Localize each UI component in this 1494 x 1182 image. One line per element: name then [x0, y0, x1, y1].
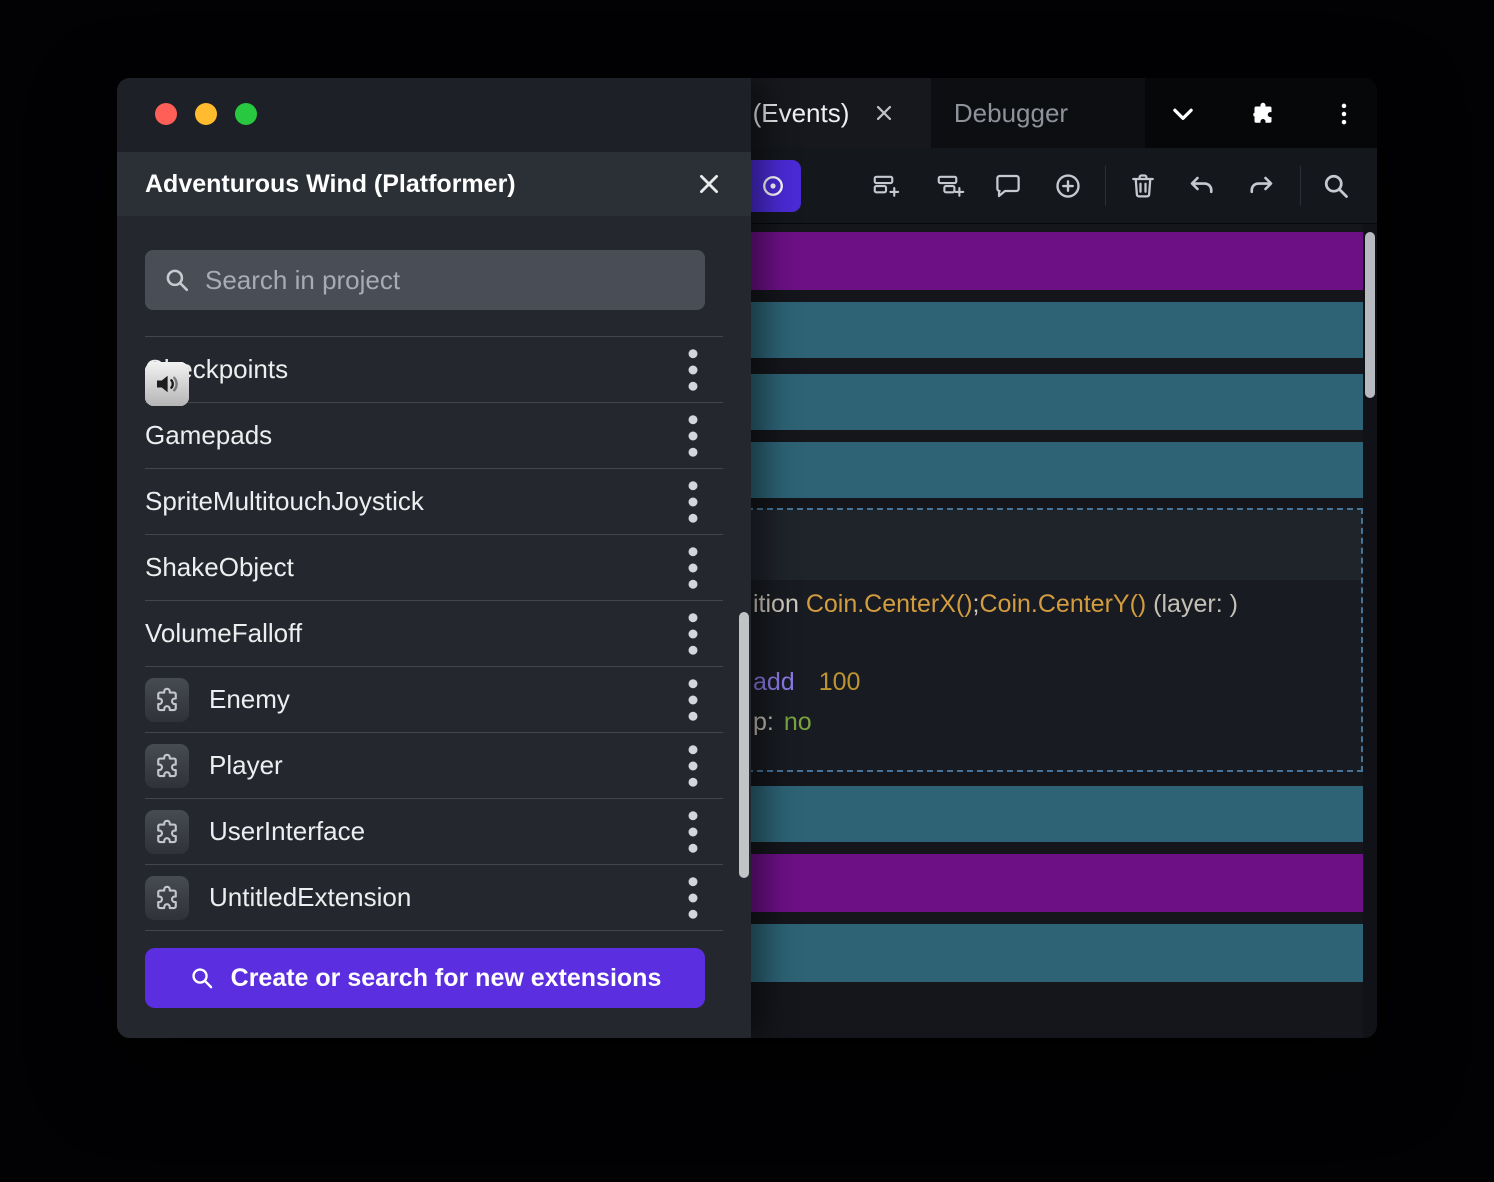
add-event-icon — [871, 171, 901, 201]
search-icon — [189, 965, 215, 991]
code-fragment: Coin.CenterX() — [806, 590, 973, 618]
add-subevent-button[interactable] — [928, 164, 972, 208]
kebab-menu-icon[interactable] — [663, 802, 723, 862]
puzzle-icon — [145, 678, 189, 722]
puzzle-icon — [145, 744, 189, 788]
code-fragment: 100 — [819, 668, 861, 697]
events-scrollbar[interactable] — [1363, 224, 1377, 1038]
code-fragment: ; — [973, 590, 980, 618]
search-icon — [1321, 171, 1351, 201]
undo-button[interactable] — [1180, 164, 1224, 208]
extension-list-item[interactable]: Enemy — [145, 667, 723, 733]
code-fragment: (layer: ) — [1146, 590, 1238, 618]
code-fragment: p: — [753, 708, 774, 737]
extension-list-item[interactable]: VolumeFalloff — [145, 601, 723, 667]
delete-button[interactable] — [1121, 164, 1165, 208]
close-icon[interactable] — [695, 170, 723, 198]
kebab-menu-icon[interactable] — [663, 472, 723, 532]
kebab-menu-icon[interactable] — [663, 604, 723, 664]
search-events-button[interactable] — [1314, 164, 1358, 208]
add-comment-button[interactable] — [986, 164, 1030, 208]
app-window: (Events) Debugger — [117, 78, 1377, 1038]
window-menu-area — [1145, 78, 1377, 148]
extension-name: UntitledExtension — [209, 882, 643, 913]
drawer-scrollbar[interactable] — [739, 612, 749, 878]
traffic-light-minimize[interactable] — [195, 103, 217, 125]
extension-list-item[interactable]: UserInterface — [145, 799, 723, 865]
extension-name: VolumeFalloff — [145, 618, 643, 649]
code-fragment: no — [784, 708, 812, 737]
redo-icon — [1246, 171, 1276, 201]
drawer-body: Checkpoints Gamepads SpriteMultitouchJoy… — [117, 216, 751, 1038]
traffic-light-close[interactable] — [155, 103, 177, 125]
code-fragment: Coin.CenterY() — [980, 590, 1147, 618]
kebab-menu-icon[interactable] — [663, 340, 723, 400]
add-subevent-icon — [935, 171, 965, 201]
puzzle-icon — [145, 876, 189, 920]
extension-name: Enemy — [209, 684, 643, 715]
kebab-menu-icon[interactable] — [663, 736, 723, 796]
tab-debugger-label: Debugger — [954, 98, 1068, 129]
extension-list-item[interactable]: SpriteMultitouchJoystick — [145, 469, 723, 535]
target-icon — [759, 172, 787, 200]
code-fragment: ition — [753, 590, 806, 618]
tab-debugger[interactable]: Debugger — [935, 78, 1087, 148]
extension-name: Player — [209, 750, 643, 781]
trash-icon — [1128, 171, 1158, 201]
extension-list-item[interactable]: Gamepads — [145, 403, 723, 469]
add-event-button[interactable] — [864, 164, 908, 208]
event-parameter-text: p: no — [753, 708, 812, 737]
project-search-box[interactable] — [145, 250, 705, 310]
speaker-icon — [145, 362, 189, 406]
desktop: (Events) Debugger — [0, 0, 1494, 1182]
search-input[interactable] — [205, 265, 687, 296]
comment-icon — [993, 171, 1023, 201]
puzzle-icon — [145, 810, 189, 854]
extension-name: ShakeObject — [145, 552, 643, 583]
extension-list-item[interactable]: Checkpoints — [145, 337, 723, 403]
extension-name: SpriteMultitouchJoystick — [145, 486, 643, 517]
extensions-drawer: Adventurous Wind (Platformer) Checkpoint… — [117, 78, 751, 1038]
events-scrollbar-thumb[interactable] — [1365, 232, 1375, 398]
extension-list-item[interactable]: ShakeObject — [145, 535, 723, 601]
kebab-menu-icon[interactable] — [1329, 99, 1359, 129]
traffic-light-zoom[interactable] — [235, 103, 257, 125]
extension-list-item[interactable]: Player — [145, 733, 723, 799]
drawer-header: Adventurous Wind (Platformer) — [117, 152, 751, 216]
extension-name: Checkpoints — [145, 354, 643, 385]
redo-button[interactable] — [1239, 164, 1283, 208]
toolbar-divider — [1105, 166, 1106, 206]
chevron-down-icon[interactable] — [1168, 99, 1198, 129]
undo-icon — [1187, 171, 1217, 201]
tab-events-label: (Events) — [753, 98, 850, 129]
extensions-puzzle-icon[interactable] — [1248, 99, 1278, 129]
create-extension-label: Create or search for new extensions — [231, 964, 662, 993]
kebab-menu-icon[interactable] — [663, 406, 723, 466]
event-parameter-text: add 100 — [753, 668, 860, 697]
kebab-menu-icon[interactable] — [663, 670, 723, 730]
add-new-button[interactable] — [1046, 164, 1090, 208]
toolbar-divider — [1300, 166, 1301, 206]
extension-list-item[interactable]: UntitledExtension — [145, 865, 723, 931]
search-icon — [163, 266, 191, 294]
kebab-menu-icon[interactable] — [663, 868, 723, 928]
tab-close-icon[interactable] — [873, 102, 895, 124]
drawer-title: Adventurous Wind (Platformer) — [145, 170, 695, 199]
add-circle-icon — [1053, 171, 1083, 201]
extension-name: UserInterface — [209, 816, 643, 847]
window-titlebar — [117, 78, 751, 152]
kebab-menu-icon[interactable] — [663, 538, 723, 598]
event-action-text: ition Coin.CenterX();Coin.CenterY() (lay… — [753, 590, 1238, 619]
extension-list: Checkpoints Gamepads SpriteMultitouchJoy… — [145, 336, 723, 931]
create-extension-button[interactable]: Create or search for new extensions — [145, 948, 705, 1008]
code-fragment: add — [753, 668, 795, 697]
extension-name: Gamepads — [145, 420, 643, 451]
